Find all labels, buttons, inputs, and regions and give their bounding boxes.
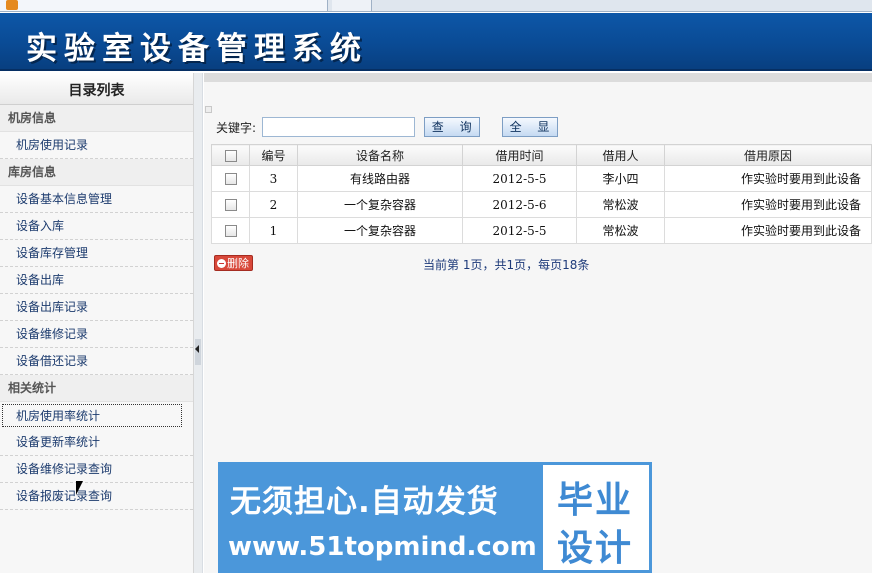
cell-borrower: 常松波 bbox=[576, 217, 665, 244]
cell-equipment-name: 一个复杂容器 bbox=[297, 191, 463, 218]
row-checkbox[interactable] bbox=[224, 225, 237, 237]
table-header-row: 编号 设备名称 借用时间 借用人 借用原因 bbox=[211, 144, 872, 166]
cell-borrower: 李小四 bbox=[576, 165, 665, 192]
sidebar: 目录列表 机房信息 机房使用记录 库房信息 设备基本信息管理 设备入库 设备库存… bbox=[0, 73, 194, 573]
cell-equipment-name: 有线路由器 bbox=[297, 165, 463, 192]
cell-borrow-date: 2012-5-5 bbox=[462, 217, 577, 244]
main-top-bar bbox=[204, 73, 872, 82]
sidebar-item-update-rate-stats[interactable]: 设备更新率统计 bbox=[0, 429, 193, 456]
select-all-checkbox[interactable] bbox=[224, 149, 237, 162]
sidebar-item-room-usage-stats[interactable]: 机房使用率统计 bbox=[2, 404, 182, 427]
watermark-badge-line2: 设计 bbox=[557, 528, 634, 569]
sidebar-group-warehouse-info: 库房信息 bbox=[0, 159, 193, 186]
cell-reason: 作实验时要用到此设备 bbox=[664, 217, 872, 244]
browser-tab-strip bbox=[0, 0, 872, 12]
sidebar-item-equipment-info[interactable]: 设备基本信息管理 bbox=[0, 186, 193, 213]
sidebar-item-inventory[interactable]: 设备库存管理 bbox=[0, 240, 193, 267]
row-select-cell bbox=[211, 191, 250, 218]
app-banner: 实验室设备管理系统 bbox=[0, 13, 872, 71]
cell-reason: 作实验时要用到此设备 bbox=[664, 191, 872, 218]
column-header: 借用人 bbox=[576, 144, 665, 166]
keyword-label: 关键字: bbox=[216, 120, 257, 135]
new-tab-button[interactable] bbox=[332, 0, 372, 11]
cell-reason: 作实验时要用到此设备 bbox=[664, 165, 872, 192]
sidebar-group-statistics: 相关统计 bbox=[0, 375, 193, 402]
minus-circle-icon bbox=[217, 258, 226, 268]
sidebar-group-room-info: 机房信息 bbox=[0, 105, 193, 132]
watermark-url: www.51topmind.com bbox=[228, 532, 537, 562]
row-checkbox[interactable] bbox=[224, 199, 237, 211]
column-header: 借用时间 bbox=[462, 144, 577, 166]
watermark-banner: 无须担心.自动发货 www.51topmind.com 毕业 设计 bbox=[218, 462, 652, 573]
watermark-badge: 毕业 设计 bbox=[540, 462, 652, 573]
query-button[interactable]: 查 询 bbox=[423, 117, 480, 137]
mouse-cursor-icon bbox=[76, 481, 83, 495]
cell-equipment-name: 一个复杂容器 bbox=[297, 217, 463, 244]
column-header: 设备名称 bbox=[297, 144, 463, 166]
sidebar-item-repair-query[interactable]: 设备维修记录查询 bbox=[0, 456, 193, 483]
collapse-arrow-icon[interactable] bbox=[195, 345, 199, 353]
column-header: 编号 bbox=[249, 144, 298, 166]
sidebar-item-borrow-log[interactable]: 设备借还记录 bbox=[0, 348, 193, 375]
watermark-badge-line1: 毕业 bbox=[557, 480, 634, 521]
column-header: 借用原因 bbox=[664, 144, 872, 166]
sidebar-item-room-usage-log[interactable]: 机房使用记录 bbox=[0, 132, 193, 159]
cell-borrow-date: 2012-5-6 bbox=[462, 191, 577, 218]
table-row: 1 一个复杂容器 2012-5-5 常松波 作实验时要用到此设备 bbox=[211, 217, 872, 244]
delete-label: 删除 bbox=[227, 257, 249, 270]
row-checkbox[interactable] bbox=[224, 173, 237, 185]
frame-icon bbox=[205, 106, 212, 113]
page-favicon-icon bbox=[6, 0, 18, 10]
keyword-input[interactable] bbox=[261, 117, 415, 137]
app-title: 实验室设备管理系统 bbox=[26, 31, 368, 67]
sidebar-item-stock-out[interactable]: 设备出库 bbox=[0, 267, 193, 294]
cell-borrower: 常松波 bbox=[576, 191, 665, 218]
table-row: 3 有线路由器 2012-5-5 李小四 作实验时要用到此设备 bbox=[211, 165, 872, 192]
sidebar-item-stock-out-log[interactable]: 设备出库记录 bbox=[0, 294, 193, 321]
cell-borrow-date: 2012-5-5 bbox=[462, 165, 577, 192]
search-bar: 关键字: 查 询 全 显 bbox=[216, 117, 558, 139]
cell-id: 2 bbox=[249, 191, 298, 218]
table-row: 2 一个复杂容器 2012-5-6 常松波 作实验时要用到此设备 bbox=[211, 191, 872, 218]
cell-id: 1 bbox=[249, 217, 298, 244]
cell-id: 3 bbox=[249, 165, 298, 192]
sidebar-splitter[interactable] bbox=[194, 73, 203, 573]
sidebar-item-scrap-query[interactable]: 设备报废记录查询 bbox=[0, 483, 193, 510]
delete-button[interactable]: 删除 bbox=[214, 255, 253, 271]
show-all-button[interactable]: 全 显 bbox=[501, 117, 558, 137]
sidebar-item-repair-log[interactable]: 设备维修记录 bbox=[0, 321, 193, 348]
row-select-cell bbox=[211, 165, 250, 192]
row-select-cell bbox=[211, 217, 250, 244]
borrow-records-table: 编号 设备名称 借用时间 借用人 借用原因 3 有线路由器 2012-5-5 李… bbox=[211, 144, 872, 244]
sidebar-item-stock-in[interactable]: 设备入库 bbox=[0, 213, 193, 240]
sidebar-header: 目录列表 bbox=[0, 73, 193, 105]
select-all-header bbox=[211, 144, 250, 166]
watermark-slogan: 无须担心.自动发货 bbox=[230, 484, 499, 520]
watermark-text-panel: 无须担心.自动发货 www.51topmind.com bbox=[218, 462, 540, 573]
pagination-info: 当前第 1页，共1页，每页18条 bbox=[423, 258, 590, 272]
browser-tab[interactable] bbox=[0, 0, 328, 11]
